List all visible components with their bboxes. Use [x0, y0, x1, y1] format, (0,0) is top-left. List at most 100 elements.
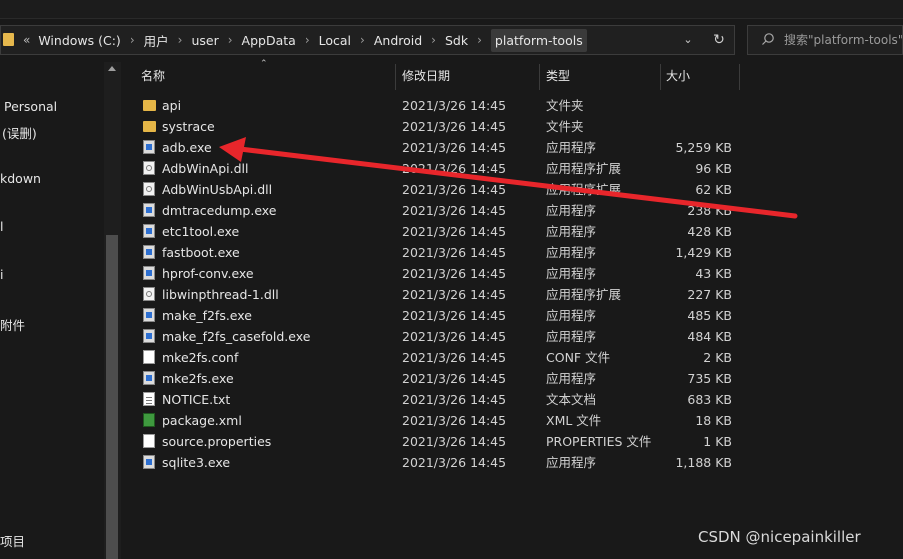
file-date: 2021/3/26 14:45 — [402, 308, 507, 323]
refresh-icon[interactable]: ↻ — [708, 29, 730, 51]
file-row[interactable]: AdbWinUsbApi.dll 2021/3/26 14:45 应用程序扩展 62 … — [122, 179, 742, 200]
file-name: sqlite3.exe — [162, 455, 231, 470]
sidebar-item-projects[interactable]: 项目 — [0, 531, 25, 550]
file-size: 485 KB — [687, 308, 732, 323]
file-name: fastboot.exe — [162, 245, 240, 260]
breadcrumb-separator-icon[interactable]: › — [305, 33, 310, 47]
column-header-date[interactable]: 修改日期 — [402, 62, 538, 90]
file-type: 应用程序 — [546, 308, 597, 323]
column-header-size[interactable]: 大小 — [666, 62, 736, 90]
file-name: mke2fs.conf — [162, 350, 239, 365]
search-input[interactable] — [784, 30, 902, 50]
file-name: etc1tool.exe — [162, 224, 240, 239]
breadcrumb: « Windows (C:) › 用户 › user › AppData › Local › And… — [23, 26, 587, 54]
file-list: ⌃ 名称 修改日期 类型 大小 api 2021/3/26 14:45 文件夹 sys… — [122, 59, 903, 559]
breadcrumb-item[interactable]: Local — [319, 33, 351, 48]
watermark: CSDN @nicepainkiller — [698, 528, 861, 546]
sidebar-scrollbar[interactable] — [104, 62, 121, 559]
column-header-type[interactable]: 类型 — [546, 62, 656, 90]
file-row[interactable]: etc1tool.exe 2021/3/26 14:45 应用程序 428 KB — [122, 221, 742, 242]
breadcrumb-item[interactable]: AppData — [242, 33, 296, 48]
file-row[interactable]: make_f2fs_casefold.exe 2021/3/26 14:45 应用程… — [122, 326, 742, 347]
file-date: 2021/3/26 14:45 — [402, 434, 507, 449]
file-date: 2021/3/26 14:45 — [402, 140, 507, 155]
file-row[interactable]: AdbWinApi.dll 2021/3/26 14:45 应用程序扩展 96 KB — [122, 158, 742, 179]
file-type: 文件夹 — [546, 98, 584, 113]
exe-icon — [143, 203, 155, 217]
file-name: AdbWinApi.dll — [162, 161, 249, 176]
file-type: 应用程序 — [546, 140, 597, 155]
file-date: 2021/3/26 14:45 — [402, 245, 507, 260]
sidebar-item-deleted[interactable]: (误删) — [2, 123, 37, 142]
file-row[interactable]: source.properties 2021/3/26 14:45 PROPERTI… — [122, 431, 742, 452]
file-name: make_f2fs.exe — [162, 308, 252, 323]
column-divider[interactable] — [660, 64, 661, 90]
file-row[interactable]: NOTICE.txt 2021/3/26 14:45 文本文档 683 KB — [122, 389, 742, 410]
column-divider[interactable] — [539, 64, 540, 90]
sidebar-item-attachments[interactable]: 附件 — [0, 315, 25, 334]
file-type: 应用程序 — [546, 455, 597, 470]
breadcrumb-separator-icon[interactable]: › — [477, 33, 482, 47]
file-row[interactable]: adb.exe 2021/3/26 14:45 应用程序 5,259 KB — [122, 137, 742, 158]
breadcrumb-item[interactable]: platform-tools — [490, 28, 587, 52]
file-row[interactable]: systrace 2021/3/26 14:45 文件夹 — [122, 116, 742, 137]
file-type: CONF 文件 — [546, 350, 611, 365]
file-row[interactable]: api 2021/3/26 14:45 文件夹 — [122, 95, 742, 116]
file-type: 应用程序 — [546, 224, 597, 239]
column-divider[interactable] — [395, 64, 396, 90]
breadcrumb-item[interactable]: Android — [374, 33, 422, 48]
scrollbar-thumb[interactable] — [106, 235, 118, 559]
exe-icon — [143, 329, 155, 343]
sidebar-item-personal[interactable]: Personal — [4, 99, 57, 114]
file-name: source.properties — [162, 434, 272, 449]
column-divider[interactable] — [739, 64, 740, 90]
exe-icon — [143, 140, 155, 154]
breadcrumb-item[interactable]: Sdk — [445, 33, 468, 48]
overflow-chevron-icon[interactable]: « — [23, 33, 30, 47]
file-row[interactable]: mke2fs.exe 2021/3/26 14:45 应用程序 735 KB — [122, 368, 742, 389]
sidebar-item-l[interactable]: l — [0, 219, 3, 234]
breadcrumb-item[interactable]: 用户 — [144, 31, 169, 50]
file-name: hprof-conv.exe — [162, 266, 254, 281]
breadcrumb-separator-icon[interactable]: › — [130, 33, 135, 47]
file-date: 2021/3/26 14:45 — [402, 182, 507, 197]
search-box[interactable] — [747, 25, 903, 55]
file-row[interactable]: make_f2fs.exe 2021/3/26 14:45 应用程序 485 KB — [122, 305, 742, 326]
dll-icon — [143, 287, 155, 301]
sidebar-item-i[interactable]: i — [0, 267, 3, 282]
file-row[interactable]: sqlite3.exe 2021/3/26 14:45 应用程序 1,188 KB — [122, 452, 742, 473]
file-type: 应用程序 — [546, 329, 597, 344]
breadcrumb-separator-icon[interactable]: › — [431, 33, 436, 47]
file-type: 应用程序扩展 — [546, 161, 622, 176]
file-size: 238 KB — [687, 203, 732, 218]
breadcrumb-item[interactable]: user — [191, 33, 218, 48]
breadcrumb-separator-icon[interactable]: › — [228, 33, 233, 47]
file-name: AdbWinUsbApi.dll — [162, 182, 273, 197]
file-name: make_f2fs_casefold.exe — [162, 329, 311, 344]
address-dropdown-icon[interactable]: ⌄ — [677, 29, 699, 51]
file-row[interactable]: package.xml 2021/3/26 14:45 XML 文件 18 KB — [122, 410, 742, 431]
folder-icon — [3, 33, 14, 46]
xml-file-icon — [143, 413, 155, 427]
file-name: libwinpthread-1.dll — [162, 287, 279, 302]
exe-icon — [143, 371, 155, 385]
file-name: api — [162, 98, 182, 113]
sidebar-item-downloads[interactable]: kdown — [0, 171, 41, 186]
file-row[interactable]: fastboot.exe 2021/3/26 14:45 应用程序 1,429 KB — [122, 242, 742, 263]
column-header-name[interactable]: 名称 — [141, 62, 396, 90]
file-row[interactable]: libwinpthread-1.dll 2021/3/26 14:45 应用程序扩展… — [122, 284, 742, 305]
document-icon — [143, 434, 155, 448]
address-bar[interactable]: « Windows (C:) › 用户 › user › AppData › Local › And… — [0, 25, 735, 55]
file-name: NOTICE.txt — [162, 392, 231, 407]
file-size: 96 KB — [695, 161, 732, 176]
file-row[interactable]: mke2fs.conf 2021/3/26 14:45 CONF 文件 2 KB — [122, 347, 742, 368]
breadcrumb-item[interactable]: Windows (C:) — [38, 33, 120, 48]
scroll-up-arrow-icon[interactable] — [108, 66, 116, 71]
file-size: 62 KB — [695, 182, 732, 197]
file-row[interactable]: dmtracedump.exe 2021/3/26 14:45 应用程序 238 KB — [122, 200, 742, 221]
breadcrumb-separator-icon[interactable]: › — [178, 33, 183, 47]
file-size: 1,429 KB — [675, 245, 732, 260]
breadcrumb-separator-icon[interactable]: › — [360, 33, 365, 47]
file-size: 18 KB — [695, 413, 732, 428]
file-row[interactable]: hprof-conv.exe 2021/3/26 14:45 应用程序 43 KB — [122, 263, 742, 284]
